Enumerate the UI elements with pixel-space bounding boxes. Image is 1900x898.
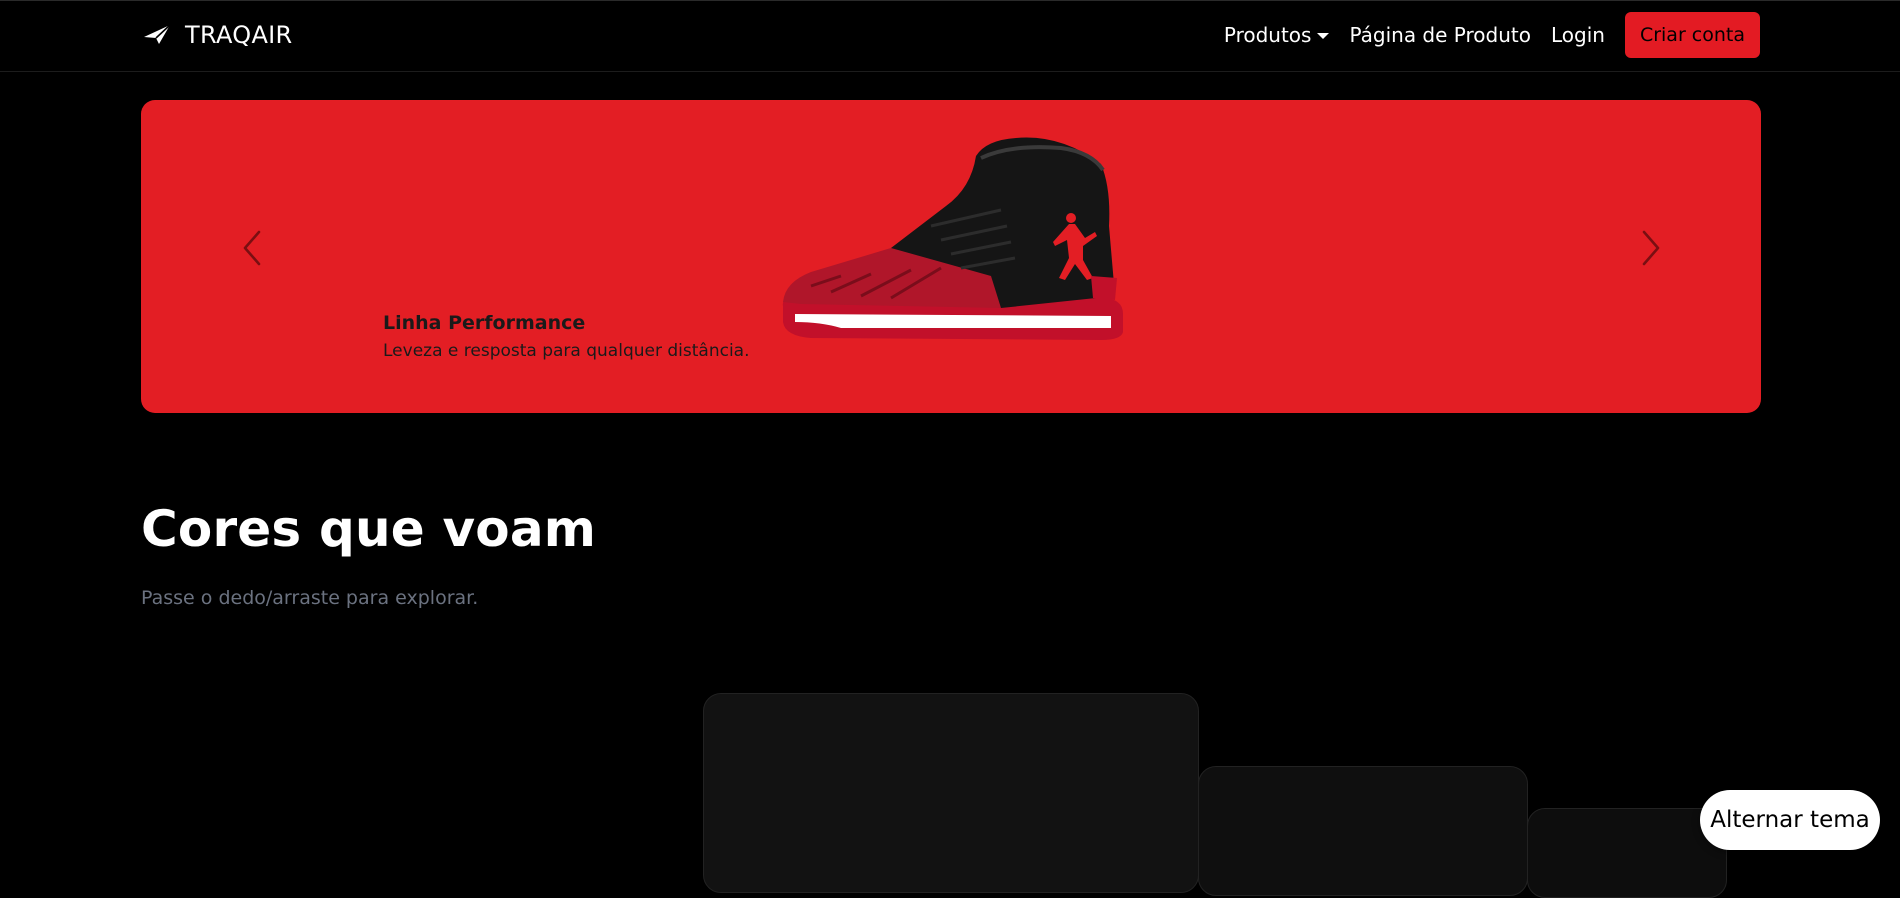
caret-down-icon — [1317, 33, 1330, 39]
chevron-right-icon — [1642, 230, 1660, 266]
paper-plane-icon — [144, 24, 171, 44]
slide-caption: Linha Performance Leveza e resposta para… — [383, 312, 750, 361]
carousel-prev-button[interactable] — [233, 218, 273, 278]
section-title: Cores que voam — [141, 500, 597, 558]
color-card[interactable] — [703, 693, 1199, 893]
brand-name: TRAQAIR — [185, 21, 293, 49]
nav-products-dropdown[interactable]: Produtos — [1224, 23, 1330, 47]
nav-product-page[interactable]: Página de Produto — [1349, 23, 1531, 47]
section-subtitle: Passe o dedo/arraste para explorar. — [141, 587, 479, 609]
sneaker-image — [782, 137, 1123, 340]
color-card[interactable] — [1527, 808, 1727, 898]
brand-link[interactable]: TRAQAIR — [143, 21, 293, 49]
slide-title: Linha Performance — [383, 312, 586, 334]
theme-toggle-button[interactable]: Alternar tema — [1700, 790, 1880, 850]
nav-login[interactable]: Login — [1551, 23, 1605, 47]
slide-text: Leveza e resposta para qualquer distânci… — [383, 341, 750, 361]
nav-links: Produtos Página de Produto Login Criar c… — [1224, 12, 1760, 58]
top-navbar: TRAQAIR Produtos Página de Produto Login… — [0, 0, 1900, 72]
carousel-next-button[interactable] — [1630, 218, 1670, 278]
nav-products-label: Produtos — [1223, 23, 1312, 47]
chevron-left-icon — [243, 230, 261, 266]
hero-carousel: Linha Performance Leveza e resposta para… — [141, 100, 1761, 413]
signup-button[interactable]: Criar conta — [1624, 12, 1760, 58]
color-card[interactable] — [1198, 766, 1528, 896]
